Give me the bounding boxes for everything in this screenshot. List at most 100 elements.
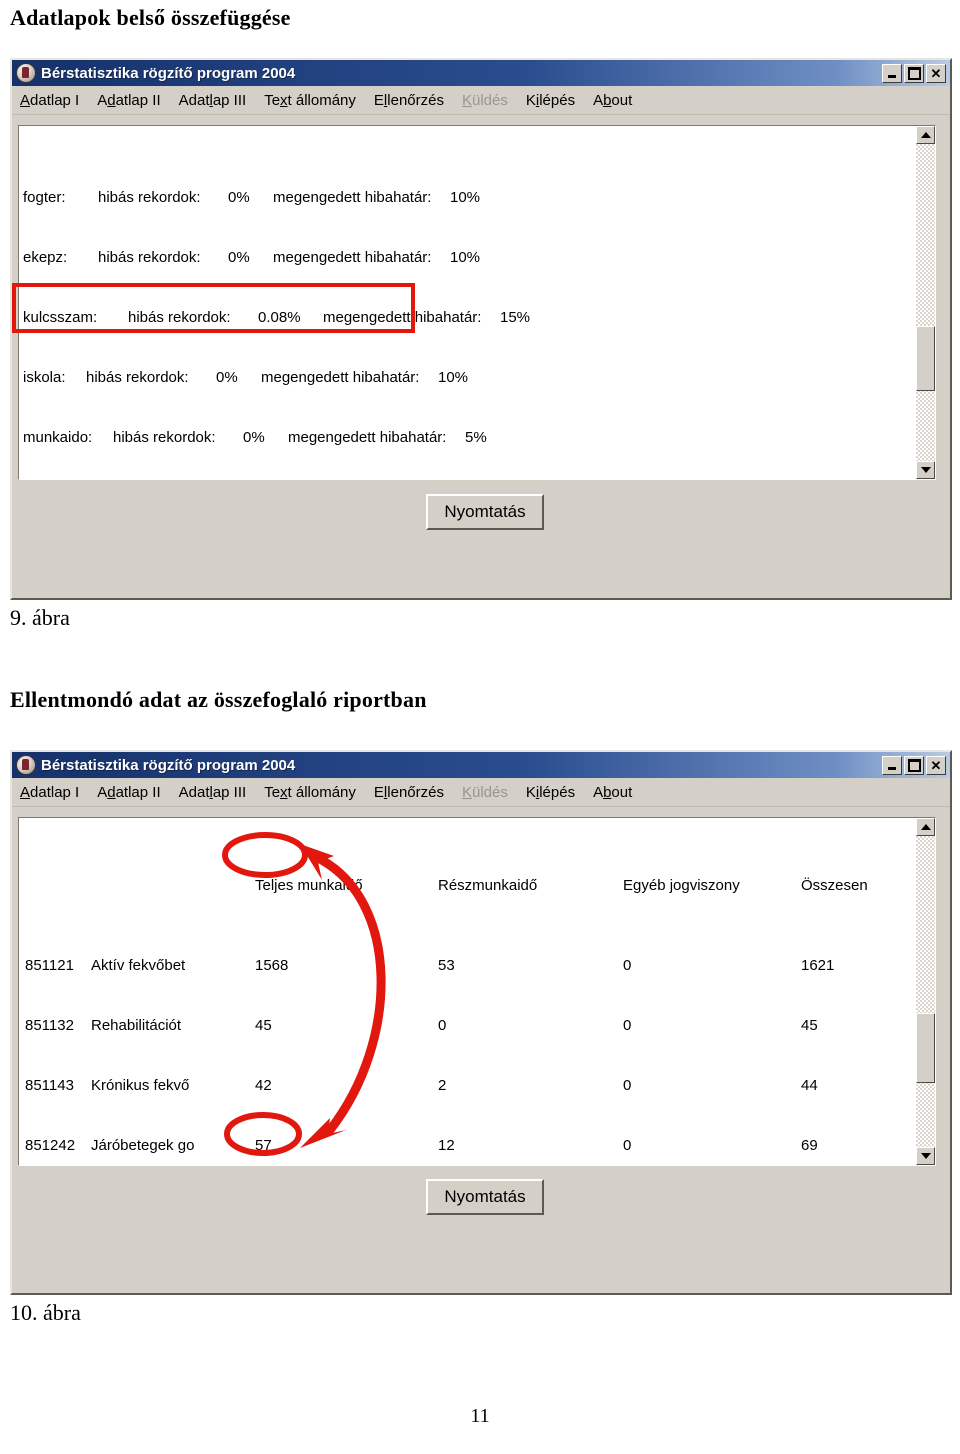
print-button-2[interactable]: Nyomtatás (426, 1179, 544, 1215)
close-icon: ✕ (930, 65, 942, 81)
window-title: Bérstatisztika rögzítő program 2004 (41, 64, 296, 82)
check-limit-value: 10% (438, 369, 469, 386)
cell-osszesen: 1621 (801, 957, 835, 974)
menu-item-about[interactable]: About (593, 92, 632, 109)
maximize-button[interactable] (904, 63, 924, 83)
close-icon: ✕ (930, 757, 942, 773)
vertical-scrollbar-1[interactable] (916, 126, 935, 479)
table-row: 851242 Járóbetegek go 57 12 0 69 (23, 1136, 818, 1156)
row-code: 851242 (25, 1137, 76, 1154)
maximize-button[interactable] (904, 755, 924, 775)
close-button[interactable]: ✕ (926, 755, 946, 775)
cell-osszesen: 45 (801, 1017, 818, 1034)
menu-item-text-allomany[interactable]: Text állomány (264, 784, 356, 801)
header-osszesen: Összesen (801, 877, 868, 894)
scrollbar-thumb[interactable] (916, 326, 935, 391)
page-title-2: Ellentmondó adat az összefoglaló riportb… (10, 687, 427, 712)
cell-egyeb-jogviszony: 0 (623, 1017, 632, 1034)
menu-item-text-allomany[interactable]: Text állomány (264, 92, 356, 109)
check-limit-label: megengedett hibahatár: (273, 249, 432, 266)
check-limit-value: 10% (450, 249, 481, 266)
menu-item-about[interactable]: About (593, 784, 632, 801)
table-header-row: Teljes munkaidő Részmunkaidő Egyéb jogvi… (23, 876, 868, 896)
close-button[interactable]: ✕ (926, 63, 946, 83)
menu-item-adatlap-2[interactable]: Adatlap II (97, 92, 160, 109)
menu-item-kuldes: Küldés (461, 91, 508, 109)
menu-item-kilepes[interactable]: Kilépés (526, 92, 575, 109)
menu-bar: Adatlap I Adatlap II Adatlap III Text ál… (12, 86, 950, 115)
menu-item-adatlap-3[interactable]: Adatlap III (179, 92, 247, 109)
window-title: Bérstatisztika rögzítő program 2004 (41, 756, 296, 774)
check-row: iskola: hibás rekordok: 0% megengedett h… (23, 368, 468, 388)
minimize-button[interactable] (882, 755, 902, 775)
menu-item-kilepes[interactable]: Kilépés (526, 784, 575, 801)
table-row: 851132 Rehabilitációt 45 0 0 45 (23, 1016, 818, 1036)
menu-item-ellenorzes[interactable]: Ellenőrzés (374, 92, 444, 109)
check-row: munkaido: hibás rekordok: 0% megengedett… (23, 428, 487, 448)
window-controls: ✕ (882, 63, 948, 83)
cell-reszmunkaido: 0 (438, 1017, 447, 1034)
cell-egyeb-jogviszony: 0 (623, 1077, 632, 1094)
table-row: 851143 Krónikus fekvő 42 2 0 44 (23, 1076, 818, 1096)
header-teljes-munkaido: Teljes munkaidő (255, 877, 363, 894)
row-name: Aktív fekvőbet (91, 957, 186, 974)
figure-caption-10: 10. ábra (10, 1300, 81, 1325)
report-content-2: Teljes munkaidő Részmunkaidő Egyéb jogvi… (23, 818, 868, 1165)
cell-teljes-munkaido: 57 (255, 1137, 272, 1154)
menu-item-kuldes: Küldés (461, 783, 508, 801)
row-code: 851143 (25, 1077, 74, 1094)
menu-item-adatlap-2[interactable]: Adatlap II (97, 784, 160, 801)
cell-teljes-munkaido: 45 (255, 1017, 272, 1034)
check-limit-value: 5% (465, 429, 487, 446)
scroll-down-button[interactable] (916, 1147, 935, 1165)
cell-teljes-munkaido: 42 (255, 1077, 272, 1094)
scroll-down-button[interactable] (916, 461, 935, 479)
chevron-up-icon (920, 132, 931, 138)
menu-item-ellenorzes[interactable]: Ellenőrzés (374, 784, 444, 801)
menu-item-adatlap-1[interactable]: Adatlap I (20, 92, 79, 109)
scrollbar-thumb[interactable] (916, 1013, 935, 1083)
scroll-up-button[interactable] (916, 818, 935, 836)
check-field: kulcsszam: (23, 309, 98, 326)
row-name: Járóbetegek go (91, 1137, 195, 1154)
title-bar: Bérstatisztika rögzítő program 2004 ✕ (12, 752, 950, 778)
chevron-up-icon (920, 824, 931, 830)
page-title-1: Adatlapok belső összefüggése (10, 5, 291, 30)
check-errors-value: 0% (216, 369, 238, 386)
vertical-scrollbar-2[interactable] (916, 818, 935, 1165)
scroll-up-button[interactable] (916, 126, 935, 144)
application-window-1: Bérstatisztika rögzítő program 2004 ✕ Ad… (10, 58, 952, 600)
check-row: ekepz: hibás rekordok: 0% megengedett hi… (23, 248, 480, 268)
app-icon (16, 63, 36, 83)
chevron-down-icon (920, 1153, 931, 1159)
report-text-pane-2[interactable]: Teljes munkaidő Részmunkaidő Egyéb jogvi… (18, 817, 936, 1166)
cell-egyeb-jogviszony: 0 (623, 1137, 632, 1154)
print-button-1[interactable]: Nyomtatás (426, 494, 544, 530)
check-limit-value: 10% (450, 189, 481, 206)
cell-reszmunkaido: 12 (438, 1137, 455, 1154)
report-text-pane-1[interactable]: fogter: hibás rekordok: 0% megengedett h… (18, 125, 936, 480)
cell-egyeb-jogviszony: 0 (623, 957, 632, 974)
table-row: 851121 Aktív fekvőbet 1568 53 0 1621 (23, 956, 834, 976)
check-field: fogter: (23, 189, 66, 206)
cell-reszmunkaido: 2 (438, 1077, 447, 1094)
cell-osszesen: 69 (801, 1137, 818, 1154)
check-limit-label: megengedett hibahatár: (273, 189, 432, 206)
report-content-1: fogter: hibás rekordok: 0% megengedett h… (23, 128, 530, 479)
row-code: 851121 (25, 957, 74, 974)
check-field: munkaido: (23, 429, 93, 446)
check-errors-value: 0% (228, 249, 250, 266)
check-row: kulcsszam: hibás rekordok: 0.08% megenge… (23, 308, 530, 328)
row-name: Krónikus fekvő (91, 1077, 190, 1094)
check-limit-label: megengedett hibahatár: (323, 309, 482, 326)
check-errors-value: 0% (243, 429, 265, 446)
header-reszmunkaido: Részmunkaidő (438, 877, 538, 894)
check-field: iskola: (23, 369, 66, 386)
minimize-button[interactable] (882, 63, 902, 83)
check-row: fogter: hibás rekordok: 0% megengedett h… (23, 188, 480, 208)
menu-item-adatlap-3[interactable]: Adatlap III (179, 784, 247, 801)
menu-item-adatlap-1[interactable]: Adatlap I (20, 784, 79, 801)
check-errors-label: hibás rekordok: (98, 189, 201, 206)
cell-teljes-munkaido: 1568 (255, 957, 289, 974)
check-errors-value: 0% (228, 189, 250, 206)
